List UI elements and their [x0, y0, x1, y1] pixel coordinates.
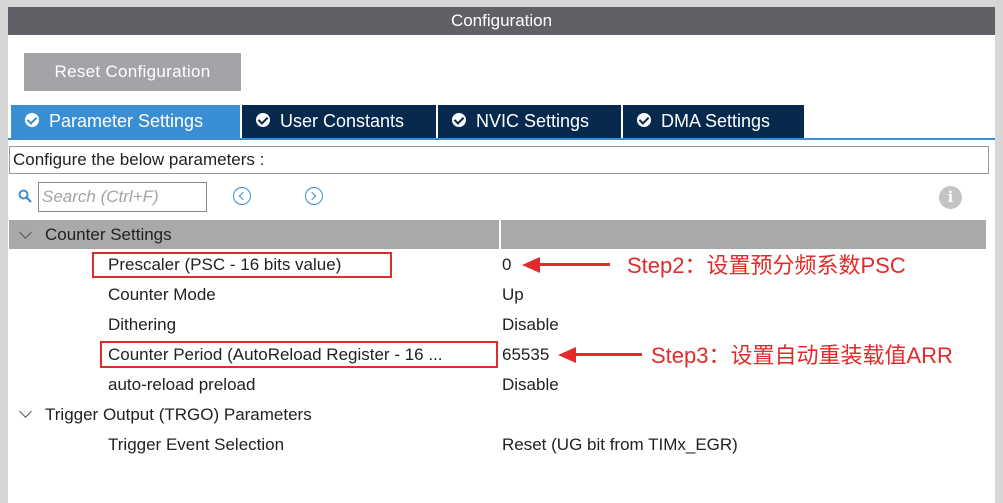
param-name-counter-mode: Counter Mode	[108, 285, 216, 304]
group-title[interactable]: Trigger Output (TRGO) Parameters	[45, 404, 312, 426]
column-separator	[499, 220, 501, 249]
info-icon[interactable]: i	[939, 186, 962, 209]
search-previous-button[interactable]	[233, 187, 251, 205]
param-name-auto-reload-preload: auto-reload preload	[108, 375, 256, 394]
param-value-trigger-event-selection[interactable]: Reset (UG bit from TIMx_EGR)	[502, 434, 738, 456]
param-name-trigger-event-selection: Trigger Event Selection	[108, 435, 285, 454]
arrow-line	[574, 353, 642, 356]
description-text: Configure the below parameters :	[9, 146, 989, 174]
annotation-step3: Step3：设置自动重装载值ARR	[651, 343, 953, 368]
arrow-line	[538, 263, 610, 266]
search-input[interactable]	[38, 182, 207, 212]
tab-label: NVIC Settings	[476, 111, 590, 131]
tab-label: Parameter Settings	[49, 111, 204, 131]
check-circle-icon	[452, 113, 466, 128]
check-circle-icon	[256, 113, 270, 128]
tab-dma-settings[interactable]: DMA Settings	[623, 105, 804, 138]
param-name-dithering: Dithering	[108, 315, 177, 334]
search-icon	[18, 189, 32, 203]
annotation-step2: Step2：设置预分频系数PSC	[627, 253, 906, 278]
group-title: Counter Settings	[45, 225, 172, 244]
param-value-prescaler[interactable]: 0	[502, 254, 511, 276]
check-circle-icon	[25, 113, 39, 128]
search-next-button[interactable]	[305, 187, 323, 205]
param-value-auto-reload-preload[interactable]: Disable	[502, 374, 559, 396]
tab-label: User Constants	[280, 111, 405, 131]
tab-user-constants[interactable]: User Constants	[242, 105, 436, 138]
tab-parameter-settings[interactable]: Parameter Settings	[11, 105, 240, 138]
param-value-counter-period[interactable]: 65535	[502, 344, 549, 366]
highlight-box-counter-period	[100, 341, 498, 368]
param-value-dithering[interactable]: Disable	[502, 314, 559, 336]
tab-label: DMA Settings	[661, 111, 771, 131]
tab-underline	[8, 138, 995, 140]
window-title: Configuration	[8, 7, 995, 35]
arrow-left-icon	[522, 257, 540, 273]
reset-configuration-button[interactable]: Reset Configuration	[24, 53, 241, 91]
arrow-left-icon	[558, 347, 576, 363]
check-circle-icon	[637, 113, 651, 128]
tab-nvic-settings[interactable]: NVIC Settings	[438, 105, 621, 138]
param-value-counter-mode[interactable]: Up	[502, 284, 524, 306]
highlight-box-prescaler	[92, 252, 392, 278]
